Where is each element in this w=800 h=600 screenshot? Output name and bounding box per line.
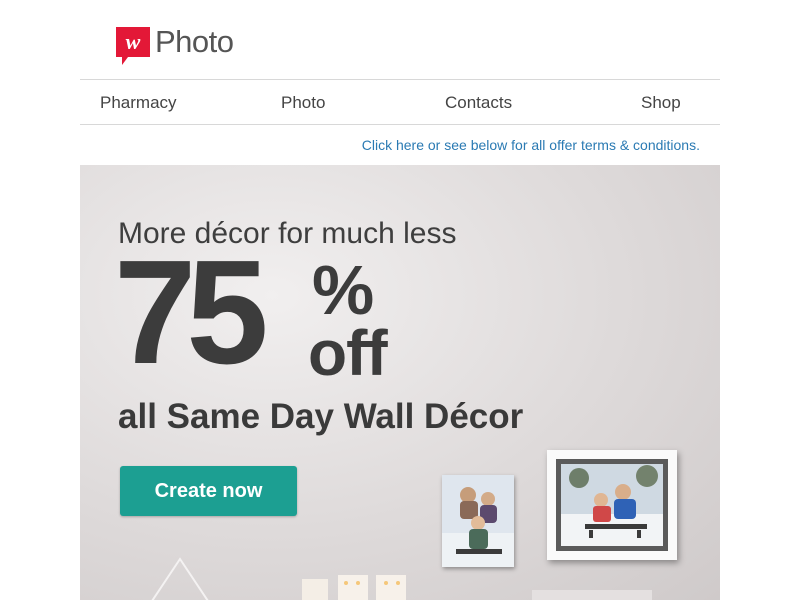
walgreens-w-icon: w [116, 27, 150, 67]
discount-number: 75 [114, 230, 269, 395]
offer-line: all Same Day Wall Décor [118, 397, 524, 436]
logo-text: Photo [155, 24, 234, 59]
brand-logo[interactable]: w Photo [116, 24, 234, 67]
email-container: w Photo Pharmacy Photo Contacts Shop Cli… [80, 0, 720, 600]
create-now-button[interactable]: Create now [120, 466, 297, 516]
canvas-print-image [442, 475, 514, 567]
nav-item-photo[interactable]: Photo [281, 93, 325, 113]
nav-item-shop[interactable]: Shop [641, 93, 681, 113]
nav-item-pharmacy[interactable]: Pharmacy [100, 93, 177, 113]
marquee-letters-decor [302, 573, 422, 600]
terms-link[interactable]: Click here or see below for all offer te… [362, 137, 700, 153]
svg-text:w: w [126, 29, 141, 54]
nav-item-contacts[interactable]: Contacts [445, 93, 512, 113]
main-nav: Pharmacy Photo Contacts Shop [80, 79, 720, 125]
decor-triangle-icon [150, 557, 210, 600]
decor-boxes [532, 590, 652, 600]
percent-symbol: % [312, 251, 375, 329]
framed-print-image [547, 450, 677, 560]
discount-word: off [308, 317, 388, 389]
hero-banner[interactable]: More décor for much less 75 % off all Sa… [80, 165, 720, 600]
header: w Photo [80, 0, 720, 79]
